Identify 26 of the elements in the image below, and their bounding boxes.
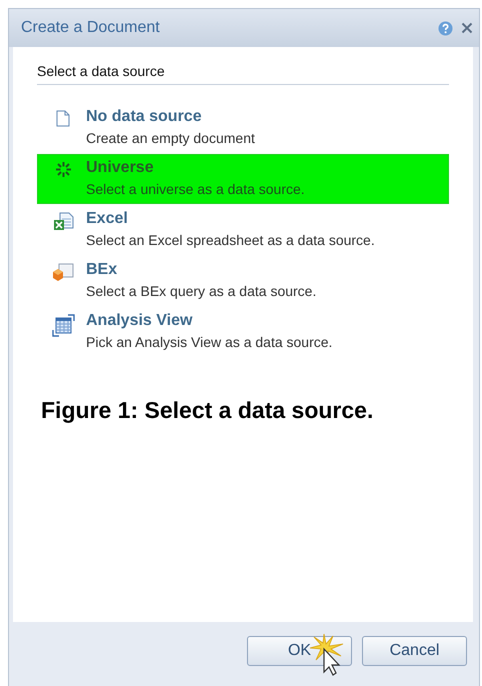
source-name: Excel <box>86 210 129 228</box>
data-source-item[interactable]: Excel Select an Excel spreadsheet as a data source. <box>37 205 449 255</box>
data-source-item[interactable]: No data source Create an empty document <box>37 103 449 153</box>
spreadsheet-icon <box>52 212 74 231</box>
data-source-item[interactable]: BEx Select a BEx query as a data source. <box>37 256 449 306</box>
source-name: BEx <box>86 261 118 279</box>
source-name: No data source <box>86 108 203 126</box>
dialog-button[interactable]: Cancel <box>362 636 467 666</box>
source-description: Select an Excel spreadsheet as a data source. <box>86 232 375 248</box>
section-heading: Select a data source <box>37 63 449 85</box>
document-icon <box>56 110 70 127</box>
window-title: Create a Document <box>21 19 161 37</box>
source-name: Universe <box>86 159 155 177</box>
starburst-icon <box>54 161 72 178</box>
help-icon[interactable] <box>438 20 453 36</box>
source-description: Pick an Analysis View as a data source. <box>86 334 332 350</box>
table-grid-icon <box>52 314 74 337</box>
source-description: Select a BEx query as a data source. <box>86 283 316 299</box>
source-description: Select a universe as a data source. <box>86 181 305 197</box>
data-source-item[interactable]: Analysis View Pick an Analysis View as a data source. <box>37 307 449 357</box>
source-name: Analysis View <box>86 312 194 330</box>
close-icon[interactable] <box>461 22 473 34</box>
figure-caption: Figure 1: Select a data source. <box>40 397 374 424</box>
source-description: Create an empty document <box>86 130 255 146</box>
cube-icon <box>52 263 74 282</box>
data-source-item[interactable]: Universe Select a universe as a data source. <box>37 154 449 204</box>
